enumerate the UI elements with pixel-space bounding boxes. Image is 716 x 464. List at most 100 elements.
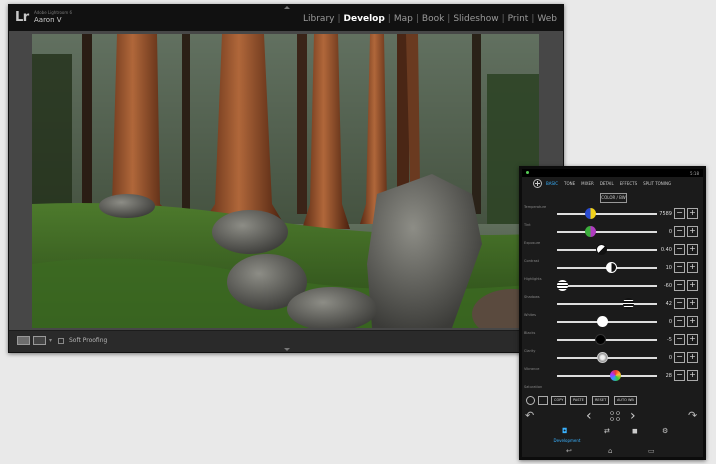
module-library[interactable]: Library [302, 14, 335, 24]
notification-dot-icon [526, 171, 529, 174]
back-icon[interactable]: ↩ [566, 447, 572, 455]
tab-tone[interactable]: TONE [564, 181, 575, 186]
tablet-device: 5:18 BASIC TONE MIXER DETAIL EFFECTS SPL… [519, 166, 706, 460]
redo-icon[interactable]: ↷ [688, 410, 700, 422]
shadows-knob[interactable] [623, 298, 634, 309]
slider-row-clarity: Clarity 0 − + [522, 349, 703, 367]
slider-row-highlights: Highlights -60 − + [522, 277, 703, 295]
exposure-knob[interactable] [596, 244, 607, 255]
increment-button[interactable]: + [687, 334, 698, 345]
decrement-button[interactable]: − [674, 370, 685, 381]
app-bottom-nav: ◘ Development ⇄ ◼ ⚙ [522, 425, 703, 445]
whites-knob[interactable] [597, 316, 608, 327]
module-web[interactable]: Web [536, 14, 558, 24]
slider-row-vibrance: Vibrance 28 − + [522, 367, 703, 385]
increment-button[interactable]: + [687, 316, 698, 327]
increment-button[interactable]: + [687, 226, 698, 237]
slider-value: 42 [665, 301, 672, 307]
increment-button[interactable]: + [687, 298, 698, 309]
view-options-chevron-icon[interactable]: ▾ [49, 337, 52, 344]
tint-knob[interactable] [585, 226, 596, 237]
clarity-knob[interactable] [597, 352, 608, 363]
increment-button[interactable]: + [687, 262, 698, 273]
tab-basic[interactable]: BASIC [546, 181, 558, 186]
loupe-view-button[interactable] [17, 336, 30, 345]
increment-button[interactable]: + [687, 208, 698, 219]
tab-mixer[interactable]: MIXER [581, 181, 594, 186]
decrement-button[interactable]: − [674, 352, 685, 363]
decrement-button[interactable]: − [674, 244, 685, 255]
slider-value: 0 [668, 319, 672, 325]
slider-label: Vibrance [524, 367, 540, 371]
recent-apps-icon[interactable]: ▭ [648, 447, 655, 455]
increment-button[interactable]: + [687, 370, 698, 381]
top-panel-toggle-icon[interactable] [284, 6, 290, 9]
module-separator: | [447, 14, 451, 24]
copy-button[interactable]: COPY [551, 396, 567, 405]
module-print[interactable]: Print [507, 14, 530, 24]
decrement-button[interactable]: − [674, 334, 685, 345]
decrement-button[interactable]: − [674, 280, 685, 291]
decrement-button[interactable]: − [674, 316, 685, 327]
auto-wb-button[interactable]: AUTO WB [614, 396, 637, 405]
slider-track[interactable] [557, 375, 657, 377]
decrement-button[interactable]: − [674, 226, 685, 237]
slider-track[interactable] [557, 213, 657, 215]
bottom-panel-toggle-icon[interactable] [284, 348, 290, 351]
slider-label: Shadows [524, 295, 540, 299]
slider-label: Exposure [524, 241, 541, 245]
undo-icon[interactable]: ↶ [525, 410, 537, 422]
home-icon[interactable]: ⌂ [608, 447, 612, 455]
slider-track[interactable] [557, 249, 657, 251]
adjustments-icon[interactable]: ⇄ [604, 427, 610, 435]
basic-sliders: Temperature 7589 − + Tint 0 − + Exposure… [522, 205, 703, 393]
decrement-button[interactable]: − [674, 208, 685, 219]
slider-row-contrast: Contrast 10 − + [522, 259, 703, 277]
blacks-knob[interactable] [595, 334, 606, 345]
slider-row-saturation: Saturation [522, 385, 703, 393]
slider-track[interactable] [557, 303, 657, 305]
settings-gear-icon[interactable]: ⚙ [662, 427, 668, 435]
tab-detail[interactable]: DETAIL [600, 181, 614, 186]
highlights-knob[interactable] [557, 280, 568, 291]
develop-camera-icon[interactable]: ◘ [562, 427, 568, 435]
decrement-button[interactable]: − [674, 262, 685, 273]
paste-button[interactable]: PASTE [570, 396, 587, 405]
previous-photo-icon[interactable]: ‹ [586, 409, 592, 423]
next-photo-icon[interactable]: › [630, 409, 636, 423]
tab-split-toning[interactable]: SPLIT TONING [643, 181, 671, 186]
slider-track[interactable] [557, 285, 657, 287]
slider-label: Temperature [524, 205, 547, 209]
increment-button[interactable]: + [687, 280, 698, 291]
module-separator: | [501, 14, 505, 24]
module-book[interactable]: Book [421, 14, 445, 24]
reset-button[interactable]: RESET [592, 396, 610, 405]
add-icon[interactable] [533, 179, 542, 188]
soft-proofing-checkbox[interactable] [58, 338, 64, 344]
color-bw-toggle[interactable]: COLOR / BW [600, 193, 627, 203]
increment-button[interactable]: + [687, 244, 698, 255]
slider-row-whites: Whites 0 − + [522, 313, 703, 331]
auto-tone-icon[interactable] [538, 396, 548, 405]
presets-icon[interactable]: ◼ [632, 427, 638, 435]
slider-value: 0 [668, 229, 672, 235]
before-after-view-button[interactable] [33, 336, 46, 345]
module-develop[interactable]: Develop [343, 14, 386, 24]
slider-track[interactable] [557, 231, 657, 233]
decrement-button[interactable]: − [674, 298, 685, 309]
module-slideshow[interactable]: Slideshow [452, 14, 499, 24]
slider-track[interactable] [557, 339, 657, 341]
increment-button[interactable]: + [687, 352, 698, 363]
module-separator: | [531, 14, 535, 24]
module-map[interactable]: Map [393, 14, 414, 24]
module-picker: Library | Develop | Map | Book | Slideshow | … [302, 14, 558, 24]
photo-navigation: ↶ ‹ › ↷ [522, 408, 703, 424]
vibrance-knob[interactable] [610, 370, 621, 381]
temperature-knob[interactable] [585, 208, 596, 219]
contrast-knob[interactable] [606, 262, 617, 273]
grid-view-icon[interactable] [608, 410, 622, 422]
add-preset-icon[interactable] [526, 396, 535, 405]
tab-effects[interactable]: EFFECTS [620, 181, 637, 186]
module-separator: | [415, 14, 419, 24]
soft-proofing-label: Soft Proofing [69, 337, 108, 344]
